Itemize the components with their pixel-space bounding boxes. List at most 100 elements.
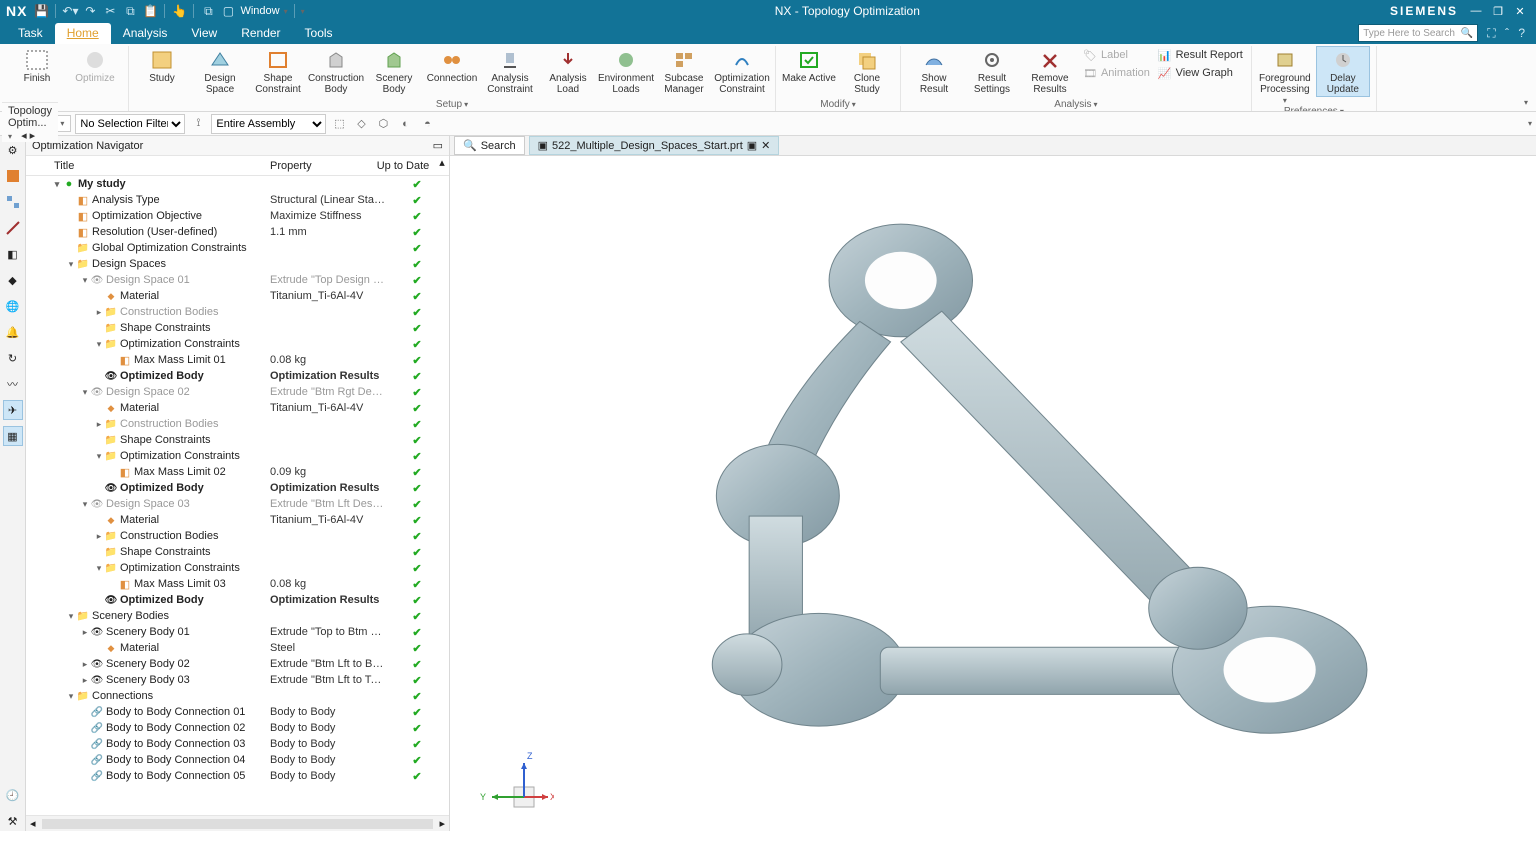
rail-browser-icon[interactable]: 🌐 [3,296,23,316]
tree-row[interactable]: Shape Constraints✔ [26,432,449,448]
make-active-button[interactable]: Make Active [782,46,836,84]
tree-row[interactable]: ▾My study✔ [26,176,449,192]
sel-icon-5[interactable]: ◓ [418,115,436,133]
connection-button[interactable]: Connection [425,46,479,84]
optimization-constraint-button[interactable]: Optimization Constraint [715,46,769,95]
col-property[interactable]: Property [266,156,371,175]
tree-row[interactable]: Body to Body Connection 01Body to Body✔ [26,704,449,720]
rail-notify-icon[interactable]: 🔔 [3,322,23,342]
clone-study-button[interactable]: Clone Study [840,46,894,95]
tree-row[interactable]: ▾Design Space 01Extrude "Top Design Spa.… [26,272,449,288]
sel-icon-3[interactable]: ⬡ [374,115,392,133]
tree-row[interactable]: Body to Body Connection 05Body to Body✔ [26,768,449,784]
delay-update-button[interactable]: Delay Update [1316,46,1370,97]
tree-row[interactable]: ▸Scenery Body 01Extrude "Top to Btm Rgt … [26,624,449,640]
tree-body[interactable]: ▾My study✔Analysis TypeStructural (Linea… [26,176,449,815]
remove-results-button[interactable]: Remove Results [1023,46,1077,95]
tree-row[interactable]: ▸Construction Bodies✔ [26,304,449,320]
tree-row[interactable]: Optimized BodyOptimization Results✔ [26,480,449,496]
window-menu-icon[interactable]: ▢ [220,3,236,19]
tab-task[interactable]: Task [6,23,55,44]
rail-hd3d-icon[interactable]: ◆ [3,270,23,290]
tree-row[interactable]: ▾Design Space 03Extrude "Btm Lft Desgin … [26,496,449,512]
col-scroll-up-icon[interactable]: ▴ [435,156,449,175]
tree-row[interactable]: Analysis TypeStructural (Linear Statics)… [26,192,449,208]
environment-loads-button[interactable]: Environment Loads [599,46,653,95]
rail-reuse-icon[interactable]: ◧ [3,244,23,264]
sel-icon-2[interactable]: ◇ [352,115,370,133]
shape-constraint-button[interactable]: Shape Constraint [251,46,305,95]
filter-icon[interactable]: ⟟ [189,115,207,133]
topology-tab[interactable]: Topology Optim... ▾ ◂ ▸ [2,102,58,142]
col-title[interactable]: Title [26,156,266,175]
study-button[interactable]: Study [135,46,189,84]
rail-clock-icon[interactable]: 🕘 [3,785,23,805]
tree-row[interactable]: MaterialTitanium_Ti-6Al-4V✔ [26,512,449,528]
tree-row[interactable]: Max Mass Limit 010.08 kg✔ [26,352,449,368]
cut-icon[interactable]: ✂ [102,3,118,19]
tree-row[interactable]: ▾Design Space 02Extrude "Btm Rgt Design … [26,384,449,400]
tree-row[interactable]: MaterialTitanium_Ti-6Al-4V✔ [26,288,449,304]
search-icon[interactable]: 🔍 [1461,28,1473,39]
command-search-input[interactable]: Type Here to Search 🔍 [1358,24,1478,42]
tab-render[interactable]: Render [229,23,292,44]
finish-button[interactable]: Finish [10,46,64,84]
tab-home[interactable]: Home [55,23,111,44]
sel-icon-1[interactable]: ⬚ [330,115,348,133]
analysis-constraint-button[interactable]: Analysis Constraint [483,46,537,95]
foreground-processing-button[interactable]: Foreground Processing▾ [1258,46,1312,106]
assembly-scope-select[interactable]: Entire Assembly [211,114,326,134]
view-graph-button[interactable]: 📈View Graph [1156,64,1245,82]
tree-row[interactable]: ▾Scenery Bodies✔ [26,608,449,624]
close-icon[interactable]: ✕ [1512,5,1528,18]
view-triad[interactable]: X Y Z [474,741,554,821]
tree-row[interactable]: ▾Optimization Constraints✔ [26,448,449,464]
rail-gear-icon[interactable]: ⚙ [3,140,23,160]
tree-row[interactable]: Global Optimization Constraints✔ [26,240,449,256]
maximize-icon[interactable]: ❐ [1490,5,1506,18]
rail-history-icon[interactable]: ↻ [3,348,23,368]
analysis-load-button[interactable]: Analysis Load [541,46,595,95]
tree-row[interactable]: Shape Constraints✔ [26,544,449,560]
selbar-overflow-icon[interactable]: ▾ [1528,119,1532,128]
help-icon[interactable]: ? [1515,26,1528,40]
switch-window-icon[interactable]: ⧉ [200,3,216,19]
tab-tools[interactable]: Tools [293,23,345,44]
tree-row[interactable]: Body to Body Connection 03Body to Body✔ [26,736,449,752]
rail-constraint-nav-icon[interactable] [3,218,23,238]
minimize-ribbon-icon[interactable]: ˆ [1502,26,1512,40]
tree-row[interactable]: Optimized BodyOptimization Results✔ [26,368,449,384]
tree-row[interactable]: Optimized BodyOptimization Results✔ [26,592,449,608]
tree-row[interactable]: ▸Scenery Body 02Extrude "Btm Lft to Btm … [26,656,449,672]
result-settings-button[interactable]: Result Settings [965,46,1019,95]
tab-view[interactable]: View [179,23,229,44]
tree-row[interactable]: ▾Design Spaces✔ [26,256,449,272]
tree-row[interactable]: Body to Body Connection 04Body to Body✔ [26,752,449,768]
tree-row[interactable]: ▾Connections✔ [26,688,449,704]
rail-settings-icon[interactable]: ⚒ [3,811,23,831]
tree-row[interactable]: MaterialTitanium_Ti-6Al-4V✔ [26,400,449,416]
tree-row[interactable]: ▸Construction Bodies✔ [26,528,449,544]
search-tab[interactable]: 🔍 Search [454,136,525,155]
tree-row[interactable]: Max Mass Limit 030.08 kg✔ [26,576,449,592]
rail-optimization-nav-icon[interactable]: ✈ [3,400,23,420]
fullscreen-icon[interactable]: ⛶ [1484,26,1498,40]
tree-row[interactable]: Optimization ObjectiveMaximize Stiffness… [26,208,449,224]
result-report-button[interactable]: 📊Result Report [1156,46,1245,64]
tree-row[interactable]: Resolution (User-defined)1.1 mm✔ [26,224,449,240]
pin-icon[interactable]: ▭ [433,139,443,152]
file-tab[interactable]: ▣ 522_Multiple_Design_Spaces_Start.prt ▣… [529,136,780,155]
undo-icon[interactable]: ↶▾ [62,3,78,19]
tab-analysis[interactable]: Analysis [111,23,180,44]
tree-h-scrollbar[interactable]: ◂▸ [26,815,449,831]
tree-row[interactable]: Body to Body Connection 02Body to Body✔ [26,720,449,736]
tree-row[interactable]: MaterialSteel✔ [26,640,449,656]
touch-icon[interactable]: 👆 [171,3,187,19]
show-result-button[interactable]: Show Result [907,46,961,95]
tree-row[interactable]: ▾Optimization Constraints✔ [26,560,449,576]
scenery-body-button[interactable]: Scenery Body [367,46,421,95]
tree-row[interactable]: Max Mass Limit 020.09 kg✔ [26,464,449,480]
window-menu-label[interactable]: Window [240,5,279,17]
tree-row[interactable]: ▾Optimization Constraints✔ [26,336,449,352]
tree-row[interactable]: ▸Scenery Body 03Extrude "Btm Lft to Top … [26,672,449,688]
